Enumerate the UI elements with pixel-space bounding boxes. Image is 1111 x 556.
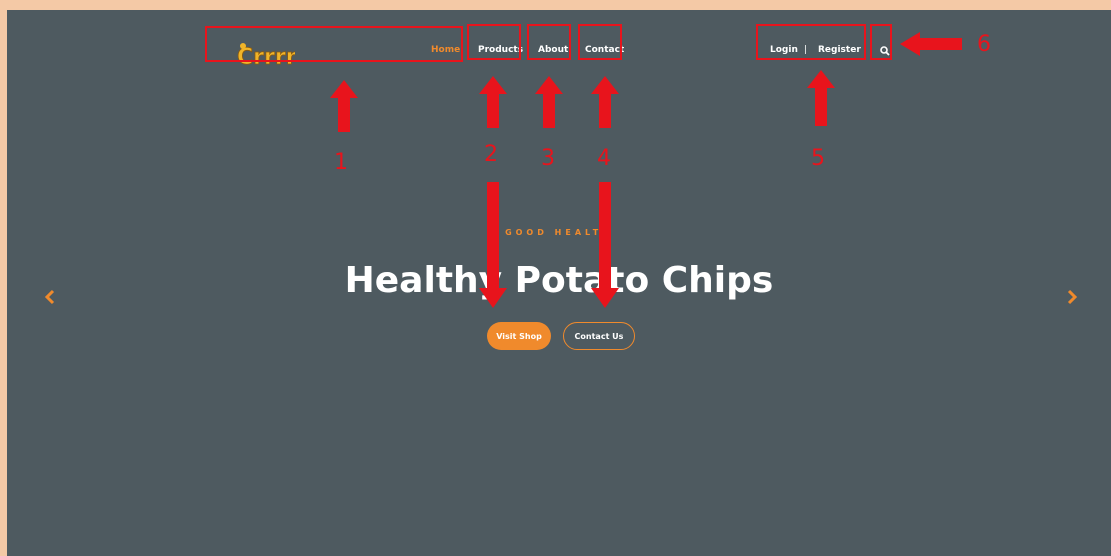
carousel-prev-icon[interactable]	[43, 288, 57, 306]
annotation-label-3: 3	[541, 146, 555, 171]
annotation-label-2: 2	[484, 142, 498, 167]
annotation-arrow-3	[535, 76, 563, 128]
annotation-box-products	[467, 24, 521, 60]
hero-title: Healthy Potato Chips	[344, 260, 774, 301]
annotation-arrow-6	[900, 32, 962, 56]
visit-shop-button[interactable]: Visit Shop	[487, 322, 551, 350]
annotation-label-5: 5	[811, 146, 825, 171]
annotation-label-1: 1	[334, 150, 348, 175]
carousel-next-icon[interactable]	[1065, 288, 1079, 306]
annotation-box-login-register	[756, 24, 866, 60]
annotation-box-about	[527, 24, 571, 60]
annotation-label-6: 6	[977, 32, 991, 57]
annotation-arrow-2-down	[479, 182, 507, 308]
hero-eyebrow: GOOD HEALTH	[505, 228, 613, 237]
annotation-arrow-1	[330, 80, 358, 132]
annotation-box-logo-home	[205, 26, 463, 62]
annotation-arrow-4-down	[591, 182, 619, 308]
annotation-box-contact	[578, 24, 622, 60]
annotation-box-search	[870, 24, 892, 60]
annotation-arrow-5	[807, 70, 835, 126]
annotation-arrow-4	[591, 76, 619, 128]
annotation-label-4: 4	[597, 146, 611, 171]
annotation-arrow-2	[479, 76, 507, 128]
contact-us-button[interactable]: Contact Us	[563, 322, 635, 350]
page-frame: Crrrn! Home Products About Contact Login…	[7, 10, 1111, 556]
